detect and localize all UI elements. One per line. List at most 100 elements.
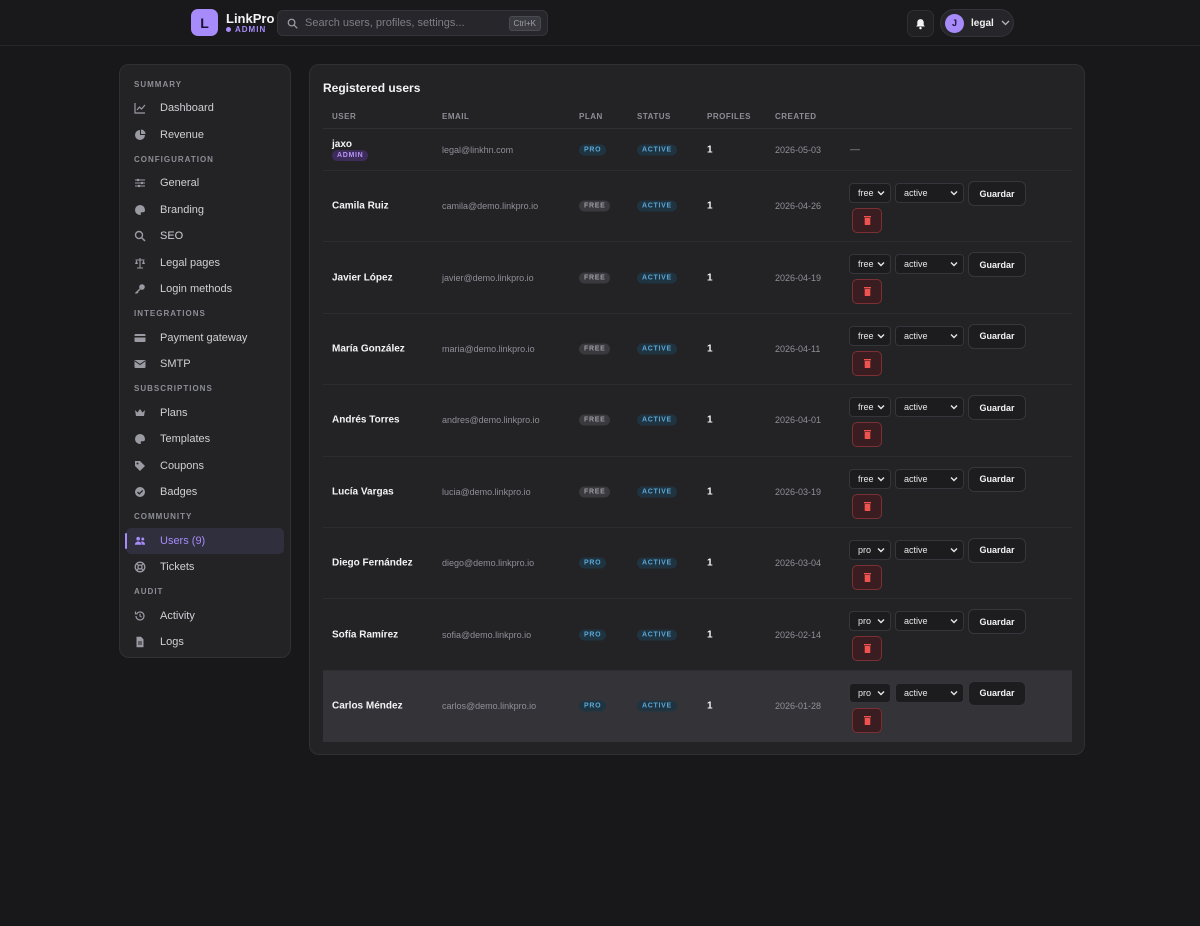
col-created: CREATED [775, 112, 817, 121]
sidebar-item-smtp[interactable]: SMTP [126, 351, 284, 378]
sidebar-item-label: Users (9) [160, 534, 206, 547]
trash-icon [863, 287, 871, 297]
delete-button[interactable] [852, 208, 882, 233]
sidebar-item-branding[interactable]: Branding [126, 197, 284, 224]
save-button[interactable]: Guardar [968, 181, 1026, 206]
sidebar-item-badges[interactable]: Badges [126, 479, 284, 506]
sidebar-item-activity[interactable]: Activity [126, 603, 284, 630]
sidebar-item-logs[interactable]: Logs [126, 629, 284, 656]
user-name-cell: Sofía Ramírez [332, 629, 399, 641]
plan-select-value: free [858, 330, 874, 341]
delete-button[interactable] [852, 636, 882, 662]
table-row: Sofía Ramírez sofia@demo.linkpro.io PRO ACT… [323, 599, 1072, 671]
bell-icon [916, 18, 925, 29]
status-select[interactable]: active [895, 397, 964, 418]
col-user: USER [332, 112, 357, 121]
sidebar-item-tickets[interactable]: Tickets [126, 554, 284, 581]
trash-icon [863, 715, 871, 725]
save-button[interactable]: Guardar [968, 537, 1026, 563]
logo[interactable]: L [191, 9, 218, 36]
sidebar-item-dashboard[interactable]: Dashboard [126, 95, 284, 122]
palette-icon [134, 433, 146, 445]
plan-select-value: pro [858, 616, 872, 627]
sidebar-item-plans[interactable]: Plans [126, 400, 284, 427]
delete-button[interactable] [852, 279, 882, 305]
plan-select[interactable]: free [849, 183, 891, 203]
save-button[interactable]: Guardar [968, 395, 1026, 421]
user-menu-button[interactable]: J legal [940, 9, 1014, 37]
sidebar-item-coupons[interactable]: Coupons [126, 453, 284, 480]
panel-title: Registered users [323, 81, 421, 95]
users-icon [134, 535, 146, 547]
sidebar-section-title: SUMMARY [134, 79, 183, 89]
check-badge-icon [134, 486, 146, 498]
created-cell: 2026-04-19 [775, 272, 822, 283]
chevron-down-icon [950, 262, 958, 267]
status-badge: ACTIVE [637, 486, 677, 498]
status-select[interactable]: active [895, 682, 964, 703]
status-select[interactable]: active [895, 325, 964, 346]
sidebar-item-templates[interactable]: Templates [126, 426, 284, 453]
status-select[interactable]: active [895, 611, 964, 632]
email-cell: maria@demo.linkpro.io [442, 343, 535, 354]
plan-select[interactable]: pro [849, 611, 891, 632]
plan-select[interactable]: pro [849, 539, 891, 560]
status-badge: ACTIVE [637, 414, 677, 426]
status-select[interactable]: active [895, 254, 964, 275]
delete-button[interactable] [852, 422, 882, 448]
plan-select[interactable]: free [849, 397, 891, 418]
sidebar-item-users-9[interactable]: Users (9) [125, 527, 284, 554]
table-row: Diego Fernández diego@demo.linkpro.io PRO A… [323, 528, 1072, 600]
delete-button[interactable] [852, 350, 882, 376]
plan-select[interactable]: free [849, 254, 891, 275]
save-button[interactable]: Guardar [968, 609, 1026, 635]
status-select[interactable]: active [895, 468, 964, 489]
sidebar-item-label: Branding [160, 203, 205, 216]
sidebar-item-label: Coupons [160, 459, 205, 472]
status-select-value: active [904, 188, 928, 198]
sidebar-item-revenue[interactable]: Revenue [126, 122, 284, 149]
profiles-cell: 1 [707, 700, 713, 712]
delete-button[interactable] [852, 707, 882, 733]
tag-icon [134, 460, 146, 472]
status-badge: ACTIVE [637, 144, 677, 155]
created-cell: 2026-02-14 [775, 629, 822, 640]
sidebar-item-payment-gateway[interactable]: Payment gateway [126, 325, 284, 352]
created-cell: 2026-04-26 [775, 201, 822, 212]
save-button[interactable]: Guardar [968, 323, 1026, 349]
status-select[interactable]: active [895, 183, 964, 203]
plan-select-value: pro [858, 687, 872, 698]
save-button[interactable]: Guardar [968, 680, 1026, 706]
plan-select[interactable]: free [849, 468, 891, 489]
plan-select[interactable]: free [849, 325, 891, 346]
search-icon [287, 18, 298, 29]
save-button[interactable]: Guardar [968, 466, 1026, 492]
sidebar-section-title: SUBSCRIPTIONS [134, 384, 213, 393]
status-select[interactable]: active [895, 539, 964, 560]
sidebar-item-general[interactable]: General [126, 170, 284, 197]
sidebar-section-title: CONFIGURATION [134, 154, 214, 164]
chevron-down-icon [950, 333, 958, 339]
save-button[interactable]: Guardar [968, 252, 1026, 278]
email-cell: camila@demo.linkpro.io [442, 201, 539, 212]
delete-button[interactable] [852, 564, 882, 590]
sidebar-item-label: Dashboard [160, 102, 214, 115]
search-input[interactable] [305, 17, 502, 29]
chevron-down-icon [950, 476, 958, 482]
notifications-button[interactable] [907, 10, 934, 37]
plan-select-value: free [858, 259, 874, 270]
status-select-value: active [904, 544, 928, 555]
profiles-cell: 1 [707, 629, 713, 641]
users-panel: Registered users USER EMAIL PLAN STATUS … [309, 64, 1085, 755]
user-name: legal [971, 17, 994, 29]
scale-icon [134, 257, 146, 269]
sidebar-section-title: AUDIT [134, 587, 164, 596]
plan-select[interactable]: pro [849, 682, 891, 703]
search-bar[interactable]: Ctrl+K [277, 10, 548, 36]
delete-button[interactable] [852, 493, 882, 519]
chevron-down-icon [950, 547, 958, 553]
sidebar-item-login-methods[interactable]: Login methods [126, 276, 284, 303]
status-select-value: active [904, 259, 928, 270]
sidebar-item-legal-pages[interactable]: Legal pages [126, 250, 284, 277]
sidebar-item-seo[interactable]: SEO [126, 223, 284, 250]
